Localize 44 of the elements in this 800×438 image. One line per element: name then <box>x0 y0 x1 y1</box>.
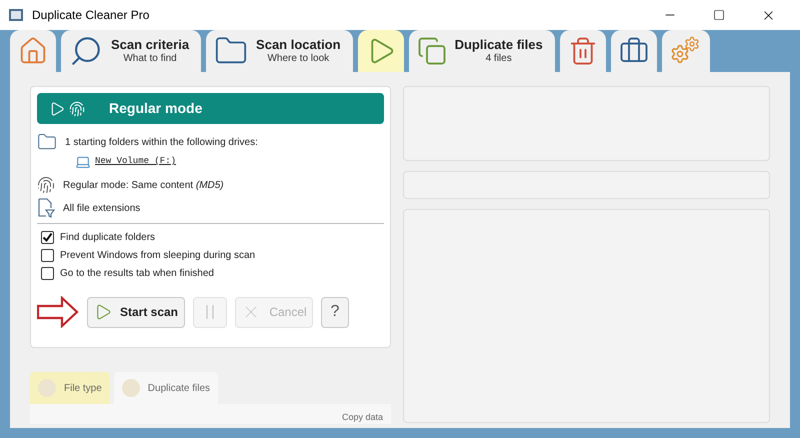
play-icon <box>49 100 65 116</box>
copy-icon <box>416 36 447 66</box>
copy-data-link[interactable]: Copy data <box>342 410 383 424</box>
tab[interactable] <box>358 30 404 72</box>
app-icon <box>8 7 24 23</box>
folders-text: 1 starting folders within the following drives: <box>65 136 258 150</box>
tab-subtitle: Where to look <box>267 52 330 66</box>
fingerprint-icon <box>37 176 55 194</box>
tab[interactable]: Scan criteria What to find <box>61 30 202 72</box>
arrow-drawing <box>37 296 79 328</box>
tab-title: Scan criteria <box>111 36 190 53</box>
result-tab[interactable]: File type <box>30 372 110 404</box>
tab[interactable] <box>560 30 606 72</box>
drive-link[interactable]: New Volume (F:) <box>95 155 176 169</box>
help-button[interactable]: ? <box>321 296 349 328</box>
result-tab[interactable]: Duplicate files <box>114 372 218 404</box>
tab-title: Scan location <box>256 36 341 53</box>
tab[interactable] <box>662 30 710 72</box>
start-scan-button[interactable]: Start scan <box>87 296 185 328</box>
tab-subtitle: What to find <box>123 52 177 66</box>
tab-subtitle: 4 files <box>486 52 512 66</box>
option-label: Find duplicate folders <box>60 230 156 244</box>
tab-title: Duplicate files <box>454 36 543 53</box>
search-icon <box>69 34 103 68</box>
tab[interactable]: Scan location Where to look <box>206 30 353 72</box>
tab[interactable] <box>10 30 56 72</box>
drive-icon <box>75 154 91 170</box>
pause-icon <box>204 303 216 321</box>
file-filter-icon <box>37 198 55 218</box>
checkbox[interactable] <box>41 230 54 244</box>
home-icon <box>18 36 48 66</box>
option-label: Go to the results tab when finished <box>60 266 214 280</box>
option-label: Prevent Windows from sleeping during scan <box>60 248 256 262</box>
checkbox[interactable] <box>41 266 54 280</box>
mode-title: Regular mode <box>109 99 202 118</box>
mode-text: Regular mode: Same content (MD5) <box>63 178 224 192</box>
fingerprint-icon <box>69 100 85 116</box>
checkbox[interactable] <box>41 248 54 262</box>
extensions-text: All file extensions <box>63 202 140 216</box>
window-title: Duplicate Cleaner Pro <box>32 7 150 24</box>
tab[interactable] <box>610 30 657 72</box>
folder-icon <box>37 132 57 152</box>
maximize-icon[interactable] <box>713 9 725 21</box>
tab[interactable]: Duplicate files 4 files <box>408 30 555 72</box>
